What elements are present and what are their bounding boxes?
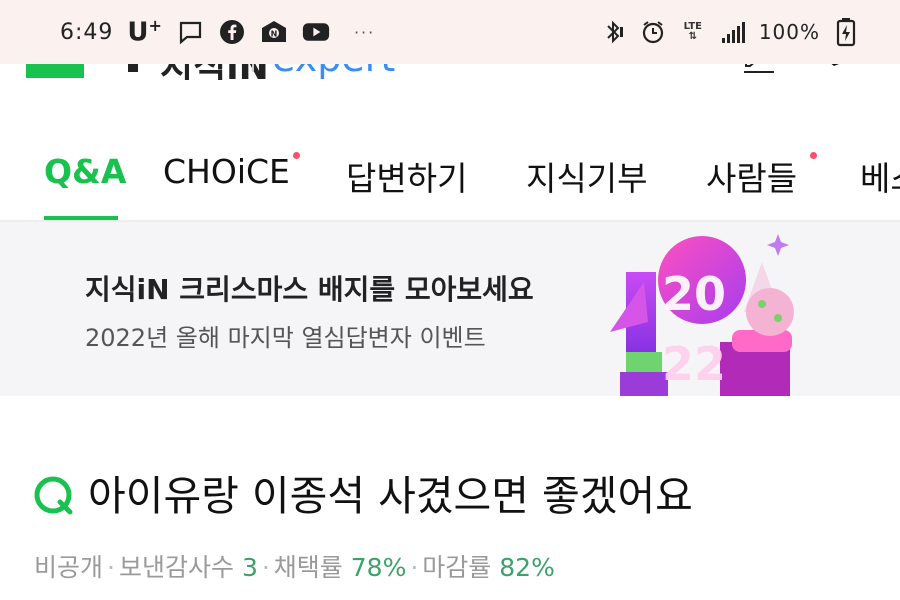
tab-qna[interactable]: Q&A bbox=[44, 152, 126, 191]
choice-new-dot bbox=[293, 152, 300, 159]
people-new-dot bbox=[810, 152, 817, 159]
status-bar: 6:49 U+ N ··· LTE ⇅ 100% bbox=[0, 0, 900, 64]
tab-answer[interactable]: 답변하기 bbox=[346, 152, 467, 200]
profile-avatar[interactable] bbox=[818, 64, 878, 76]
signal-icon bbox=[719, 18, 747, 46]
alarm-icon bbox=[639, 18, 667, 46]
tab-best[interactable]: 베스 bbox=[860, 152, 900, 200]
mail-n-icon: N bbox=[260, 18, 288, 46]
adoption-label: 채택률 bbox=[273, 553, 343, 582]
header-divider bbox=[252, 64, 254, 72]
more-notifications: ··· bbox=[353, 22, 376, 42]
svg-text:N: N bbox=[271, 30, 278, 39]
event-banner[interactable]: 지식iN 크리스마스 배지를 모아보세요 2022년 올해 마지막 열심답변자 … bbox=[0, 222, 900, 396]
visibility-label: 비공개 bbox=[34, 553, 104, 582]
question-q-icon bbox=[32, 474, 76, 518]
banner-title: 지식iN 크리스마스 배지를 모아보세요 bbox=[85, 273, 534, 306]
tab-people[interactable]: 사람들 bbox=[706, 152, 797, 200]
banner-subtitle: 2022년 올해 마지막 열심답변자 이벤트 bbox=[85, 324, 486, 352]
category-tabs: Q&A CHOiCE 답변하기 지식기부 사람들 베스 bbox=[0, 140, 900, 222]
close-rate: 82% bbox=[499, 553, 555, 582]
naver-logo[interactable] bbox=[26, 64, 84, 78]
write-icon[interactable] bbox=[742, 64, 776, 74]
question-meta: 비공개 · 보낸감사수 3 · 채택률 78% · 마감률 82% bbox=[34, 553, 555, 582]
svg-text:20: 20 bbox=[662, 267, 726, 321]
header-logo-mark bbox=[128, 64, 138, 72]
status-left: 6:49 U+ N ··· bbox=[60, 14, 375, 50]
tab-choice[interactable]: CHOiCE bbox=[163, 152, 290, 191]
status-time: 6:49 bbox=[60, 19, 114, 45]
thanks-label: 보낸감사수 bbox=[118, 553, 234, 582]
close-label: 마감률 bbox=[422, 553, 492, 582]
banner-illustration: 20 22 bbox=[600, 222, 840, 396]
facebook-icon bbox=[218, 18, 246, 46]
bluetooth-vibrate-icon bbox=[599, 18, 627, 46]
lte-icon: LTE ⇅ bbox=[683, 21, 702, 42]
battery-percent: 100% bbox=[758, 20, 820, 44]
question-title: 아이유랑 이종석 사겼으면 좋겠어요 bbox=[88, 472, 693, 520]
chat-bubble-icon bbox=[176, 18, 204, 46]
battery-charging-icon bbox=[832, 18, 860, 47]
svg-text:22: 22 bbox=[662, 337, 726, 391]
status-right: LTE ⇅ 100% bbox=[599, 14, 860, 50]
app-header: 지식iN expert bbox=[0, 64, 900, 80]
adoption-rate: 78% bbox=[350, 553, 407, 582]
youtube-icon bbox=[302, 18, 330, 46]
tab-donate[interactable]: 지식기부 bbox=[526, 152, 647, 200]
expert-link[interactable]: expert bbox=[272, 64, 395, 80]
thanks-count: 3 bbox=[241, 553, 258, 582]
carrier-label: U+ bbox=[127, 16, 162, 48]
